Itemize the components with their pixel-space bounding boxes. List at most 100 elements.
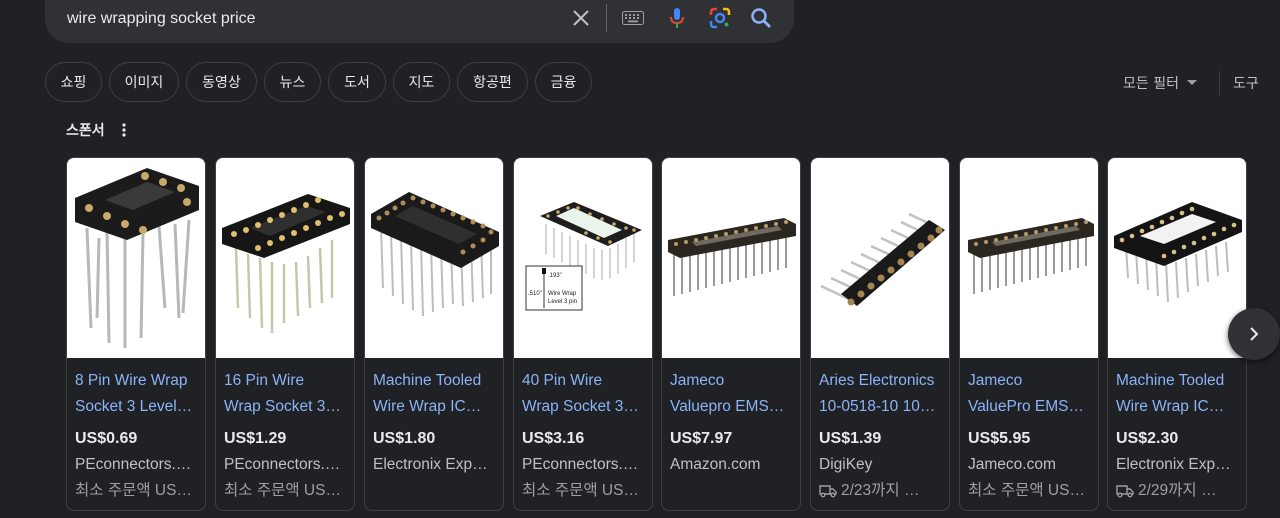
microphone-icon[interactable] (665, 6, 689, 30)
product-extra: 최소 주문액 US… (522, 478, 644, 504)
keyboard-icon[interactable] (620, 6, 646, 30)
title-line: Wire Wrap IC… (1116, 398, 1225, 415)
extra-text: 최소 주문액 US… (75, 482, 192, 499)
product-image (960, 158, 1098, 358)
product-extra: 2/23까지 … (819, 478, 941, 504)
product-image (1108, 158, 1246, 358)
product-store: PEconnectors.… (224, 456, 341, 473)
product-price: US$0.69 (75, 430, 138, 447)
product-card[interactable]: Aries Electronics 10-0518-10 10… US$1.39… (810, 157, 950, 511)
filter-chip-news[interactable]: 뉴스 (264, 62, 321, 102)
product-title[interactable]: Machine Tooled Wire Wrap IC… (373, 368, 495, 420)
filter-chip-shopping[interactable]: 쇼핑 (45, 62, 102, 102)
more-options-icon[interactable] (120, 122, 128, 142)
product-title[interactable]: Machine Tooled Wire Wrap IC… (1116, 368, 1238, 420)
diagram-label-2: Level 3 pin (548, 299, 577, 305)
product-title[interactable]: 16 Pin Wire Wrap Socket 3… (224, 368, 346, 420)
filter-chip-images[interactable]: 이미지 (109, 62, 179, 102)
product-price: US$5.95 (968, 430, 1031, 447)
extra-text: 최소 주문액 US… (224, 482, 341, 499)
search-icon[interactable] (749, 6, 773, 30)
chevron-down-icon (1186, 80, 1197, 85)
all-filters-button[interactable]: 모든 필터 (1123, 73, 1197, 93)
title-line: Machine Tooled (1116, 372, 1225, 389)
title-line: Aries Electronics (819, 372, 935, 389)
chip-label: 쇼핑 (60, 75, 87, 91)
product-store: Electronix Exp… (1116, 456, 1231, 473)
filter-chip-flights[interactable]: 항공편 (457, 62, 528, 102)
product-image: .193" .510" Wire Wrap Level 3 pin (514, 158, 652, 358)
product-store: PEconnectors.… (522, 456, 639, 473)
product-price: US$1.39 (819, 430, 882, 447)
product-price: US$7.97 (670, 430, 733, 447)
product-extra: 최소 주문액 US… (968, 478, 1090, 504)
chip-label: 지도 (408, 75, 435, 91)
product-price: US$1.80 (373, 430, 436, 447)
product-price: US$3.16 (522, 430, 585, 447)
chevron-right-icon (1250, 327, 1259, 341)
product-title[interactable]: Jameco Valuepro EMS… (670, 368, 792, 420)
product-title[interactable]: 8 Pin Wire Wrap Socket 3 Level… (75, 368, 197, 420)
product-price: US$1.29 (224, 430, 287, 447)
all-filters-label: 모든 필터 (1123, 76, 1179, 92)
filter-chip-maps[interactable]: 지도 (393, 62, 450, 102)
title-line: 16 Pin Wire (224, 372, 305, 389)
product-extra: 최소 주문액 US… (224, 478, 346, 504)
product-title[interactable]: Jameco ValuePro EMS… (968, 368, 1090, 420)
product-store: DigiKey (819, 456, 873, 473)
product-card[interactable]: 16 Pin Wire Wrap Socket 3… US$1.29 PEcon… (215, 157, 355, 511)
product-card[interactable]: Machine Tooled Wire Wrap IC… US$1.80 Ele… (364, 157, 504, 511)
extra-text: 최소 주문액 US… (522, 482, 639, 499)
product-store: Electronix Exp… (373, 456, 488, 473)
title-line: Socket 3 Level… (75, 398, 193, 415)
product-image (365, 158, 503, 358)
product-image (662, 158, 800, 358)
search-input[interactable]: wire wrapping socket price (67, 10, 256, 28)
product-store: PEconnectors.… (75, 456, 192, 473)
lens-icon[interactable] (707, 6, 733, 30)
tools-button[interactable]: 도구 (1233, 73, 1259, 93)
clear-icon[interactable] (569, 6, 593, 30)
product-card[interactable]: Jameco Valuepro EMS… US$7.97 Amazon.com (661, 157, 801, 511)
title-line: ValuePro EMS… (968, 398, 1085, 415)
sponsored-label: 스폰서 (66, 123, 105, 139)
title-line: 40 Pin Wire (522, 372, 603, 389)
chip-label: 뉴스 (279, 75, 306, 91)
chip-label: 이미지 (124, 75, 164, 91)
product-image (67, 158, 205, 358)
title-line: Jameco (968, 372, 1023, 389)
title-line: Wrap Socket 3… (522, 398, 639, 415)
truck-icon (1116, 485, 1134, 498)
search-bar[interactable]: wire wrapping socket price (45, 0, 794, 43)
chip-label: 금융 (550, 75, 577, 91)
product-card[interactable]: Machine Tooled Wire Wrap IC… US$2.30 Ele… (1107, 157, 1247, 511)
title-line: Wire Wrap IC… (373, 398, 482, 415)
product-price: US$2.30 (1116, 430, 1179, 447)
product-card[interactable]: Jameco ValuePro EMS… US$5.95 Jameco.com … (959, 157, 1099, 511)
diagram-dim-side: .510" (528, 291, 542, 297)
search-divider (606, 4, 607, 32)
product-extra: 최소 주문액 US… (75, 478, 197, 504)
product-store: Amazon.com (670, 456, 761, 473)
chip-label: 항공편 (473, 75, 512, 91)
extra-text: 2/23까지 … (841, 482, 920, 499)
filter-chip-videos[interactable]: 동영상 (186, 62, 257, 102)
product-extra: 2/29까지 … (1116, 478, 1238, 504)
carousel-next-button[interactable] (1228, 308, 1280, 360)
filter-chip-books[interactable]: 도서 (328, 62, 386, 102)
title-line: Machine Tooled (373, 372, 482, 389)
product-image (811, 158, 949, 358)
chip-label: 동영상 (202, 75, 241, 91)
filter-chip-finance[interactable]: 금융 (535, 62, 592, 102)
product-card[interactable]: 8 Pin Wire Wrap Socket 3 Level… US$0.69 … (66, 157, 206, 511)
diagram-label-1: Wire Wrap (548, 291, 577, 297)
tools-label: 도구 (1233, 76, 1259, 92)
title-line: Wrap Socket 3… (224, 398, 341, 415)
product-card[interactable]: .193" .510" Wire Wrap Level 3 pin 40 Pin… (513, 157, 653, 511)
title-line: 8 Pin Wire Wrap (75, 372, 188, 389)
product-title[interactable]: 40 Pin Wire Wrap Socket 3… (522, 368, 644, 420)
extra-text: 최소 주문액 US… (968, 482, 1085, 499)
product-title[interactable]: Aries Electronics 10-0518-10 10… (819, 368, 941, 420)
diagram-dim-top: .193" (548, 273, 562, 279)
extra-text: 2/29까지 … (1138, 482, 1217, 499)
